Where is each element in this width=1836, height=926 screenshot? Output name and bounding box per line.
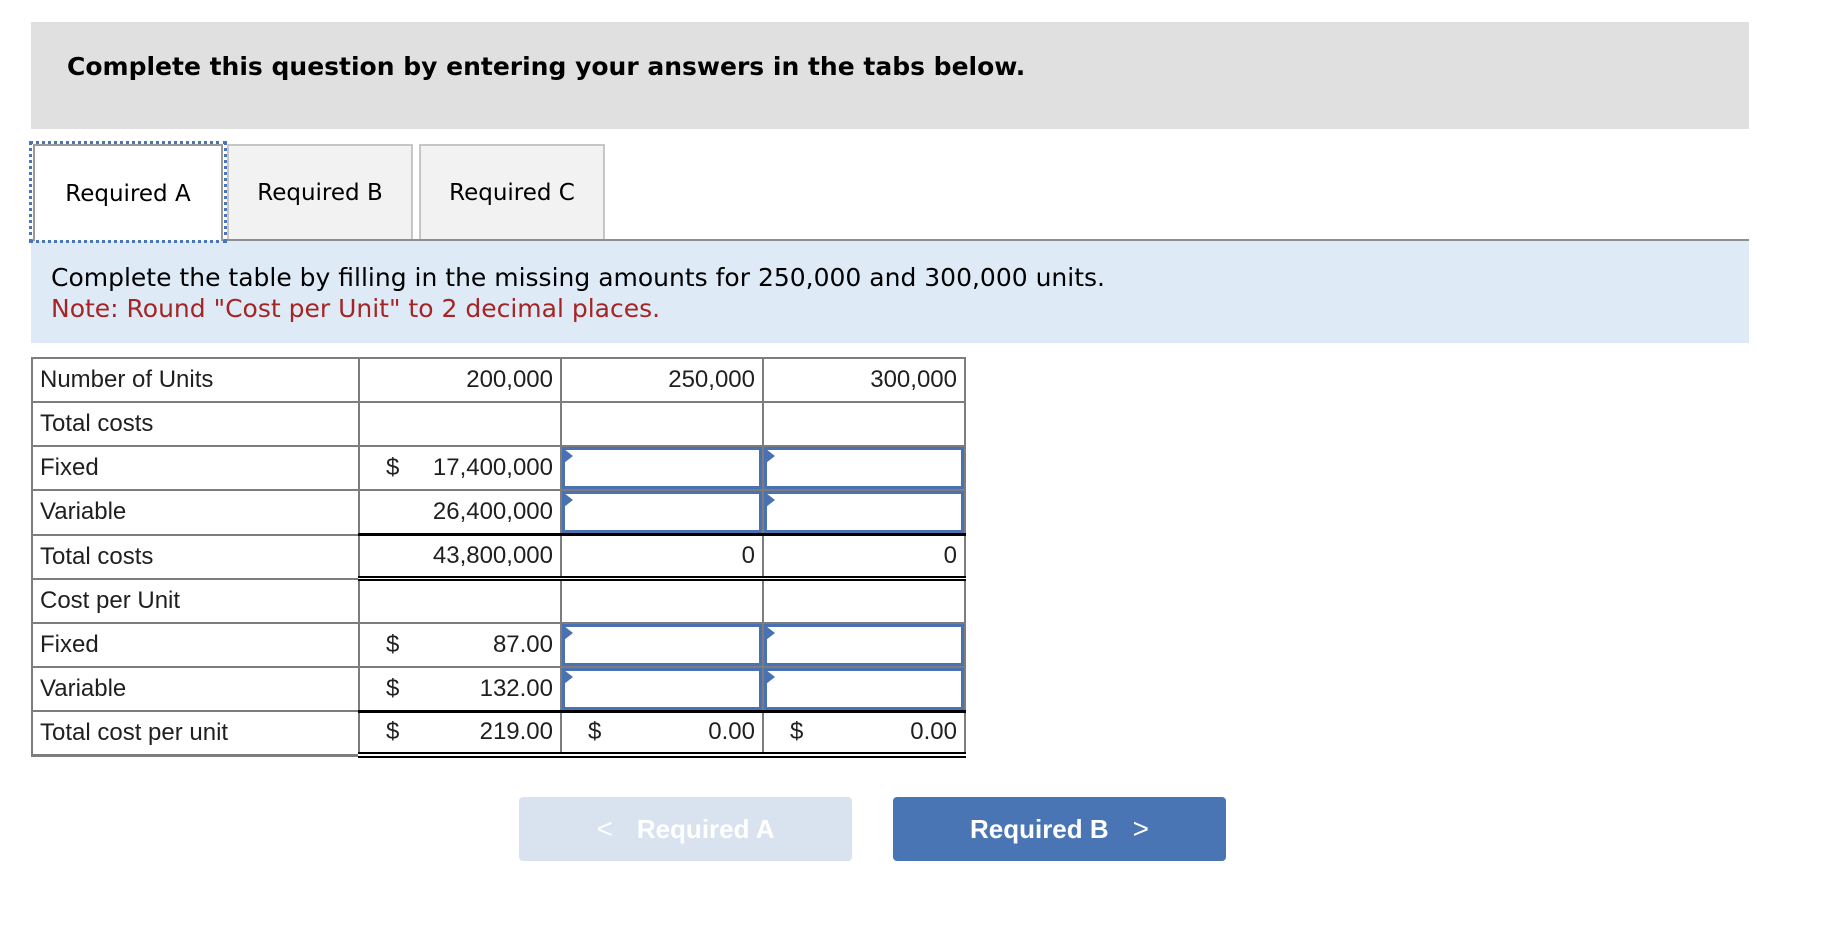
fixed-300k-input[interactable]	[764, 447, 964, 489]
fixed-200k: $17,400,000	[358, 445, 562, 491]
input-flag-icon	[564, 625, 573, 640]
row-label: Total costs	[31, 401, 360, 447]
tab-bar: Required A Required B Required C	[29, 141, 1749, 243]
dollar-sign: $	[588, 718, 602, 746]
variable-per-unit-200k: $132.00	[358, 665, 562, 712]
table-row-fixed: Fixed $17,400,000	[31, 445, 966, 491]
tab-required-a[interactable]: Required A	[29, 141, 227, 243]
variable-per-unit-250k-input[interactable]	[562, 667, 762, 710]
tab-required-c[interactable]: Required C	[419, 144, 605, 239]
input-flag-icon	[766, 669, 775, 684]
instructions-header: Complete this question by entering your …	[31, 22, 1749, 129]
row-label: Variable	[31, 489, 360, 536]
row-label: Total cost per unit	[31, 710, 360, 757]
fixed-per-unit-250k-input[interactable]	[562, 623, 762, 666]
fixed-per-unit-200k: $87.00	[358, 621, 562, 668]
units-200k: 200,000	[358, 357, 562, 403]
input-flag-icon	[766, 625, 775, 640]
next-button-label: Required B	[969, 813, 1109, 844]
table-row-cost-per-unit-heading: Cost per Unit	[31, 577, 966, 624]
variable-250k-input[interactable]	[562, 491, 762, 533]
chevron-left-icon: <	[596, 813, 613, 844]
input-flag-icon	[766, 449, 775, 463]
total-costs-300k: 0	[762, 533, 966, 581]
table-row-total-costs: Total costs 43,800,000 0 0	[31, 533, 966, 581]
row-label: Total costs	[31, 533, 360, 580]
table-row-units: Number of Units 200,000 250,000 300,000	[31, 357, 966, 403]
variable-200k: 26,400,000	[358, 489, 562, 536]
dollar-sign: $	[386, 718, 400, 746]
units-300k: 300,000	[762, 357, 966, 403]
row-label: Fixed	[31, 621, 360, 668]
total-per-unit-250k: $0.00	[560, 709, 764, 758]
input-flag-icon	[564, 493, 573, 507]
variable-per-unit-300k-input[interactable]	[764, 667, 964, 710]
total-costs-250k: 0	[560, 533, 764, 581]
dollar-sign: $	[386, 630, 400, 658]
dollar-sign: $	[386, 674, 400, 702]
instruction-text: Complete the table by filling in the mis…	[51, 263, 1105, 292]
prev-button-label: Required A	[636, 813, 775, 844]
next-required-b-button[interactable]: Required B >	[893, 797, 1226, 861]
table-row-total-per-unit: Total cost per unit $219.00 $0.00 $0.00	[31, 709, 966, 758]
row-label: Variable	[31, 665, 360, 712]
total-per-unit-200k: $219.00	[358, 709, 562, 758]
total-per-unit-300k: $0.00	[762, 709, 966, 758]
rounding-note: Note: Round "Cost per Unit" to 2 decimal…	[51, 294, 661, 323]
table-row-total-costs-heading: Total costs	[31, 401, 966, 447]
variable-300k-input[interactable]	[764, 491, 964, 533]
total-costs-200k: 43,800,000	[358, 533, 562, 581]
units-250k: 250,000	[560, 357, 764, 403]
chevron-right-icon: >	[1132, 813, 1150, 844]
row-label: Fixed	[31, 445, 360, 491]
input-flag-icon	[564, 669, 573, 684]
header-title: Complete this question by entering your …	[67, 52, 1026, 81]
tab-required-b[interactable]: Required B	[227, 144, 413, 239]
instruction-panel: Complete the table by filling in the mis…	[31, 241, 1749, 343]
fixed-per-unit-300k-input[interactable]	[764, 623, 964, 666]
prev-required-a-button[interactable]: < Required A	[519, 797, 852, 861]
fixed-250k-input[interactable]	[562, 447, 762, 489]
table-row-variable-per-unit: Variable $132.00	[31, 665, 966, 712]
dollar-sign: $	[386, 454, 400, 481]
input-flag-icon	[564, 449, 573, 463]
row-label: Number of Units	[31, 357, 360, 403]
table-row-variable: Variable 26,400,000	[31, 489, 966, 536]
dollar-sign: $	[790, 718, 804, 746]
cost-table: Number of Units 200,000 250,000 300,000 …	[31, 357, 966, 758]
input-flag-icon	[766, 493, 775, 507]
row-label: Cost per Unit	[31, 577, 360, 624]
table-row-fixed-per-unit: Fixed $87.00	[31, 621, 966, 668]
